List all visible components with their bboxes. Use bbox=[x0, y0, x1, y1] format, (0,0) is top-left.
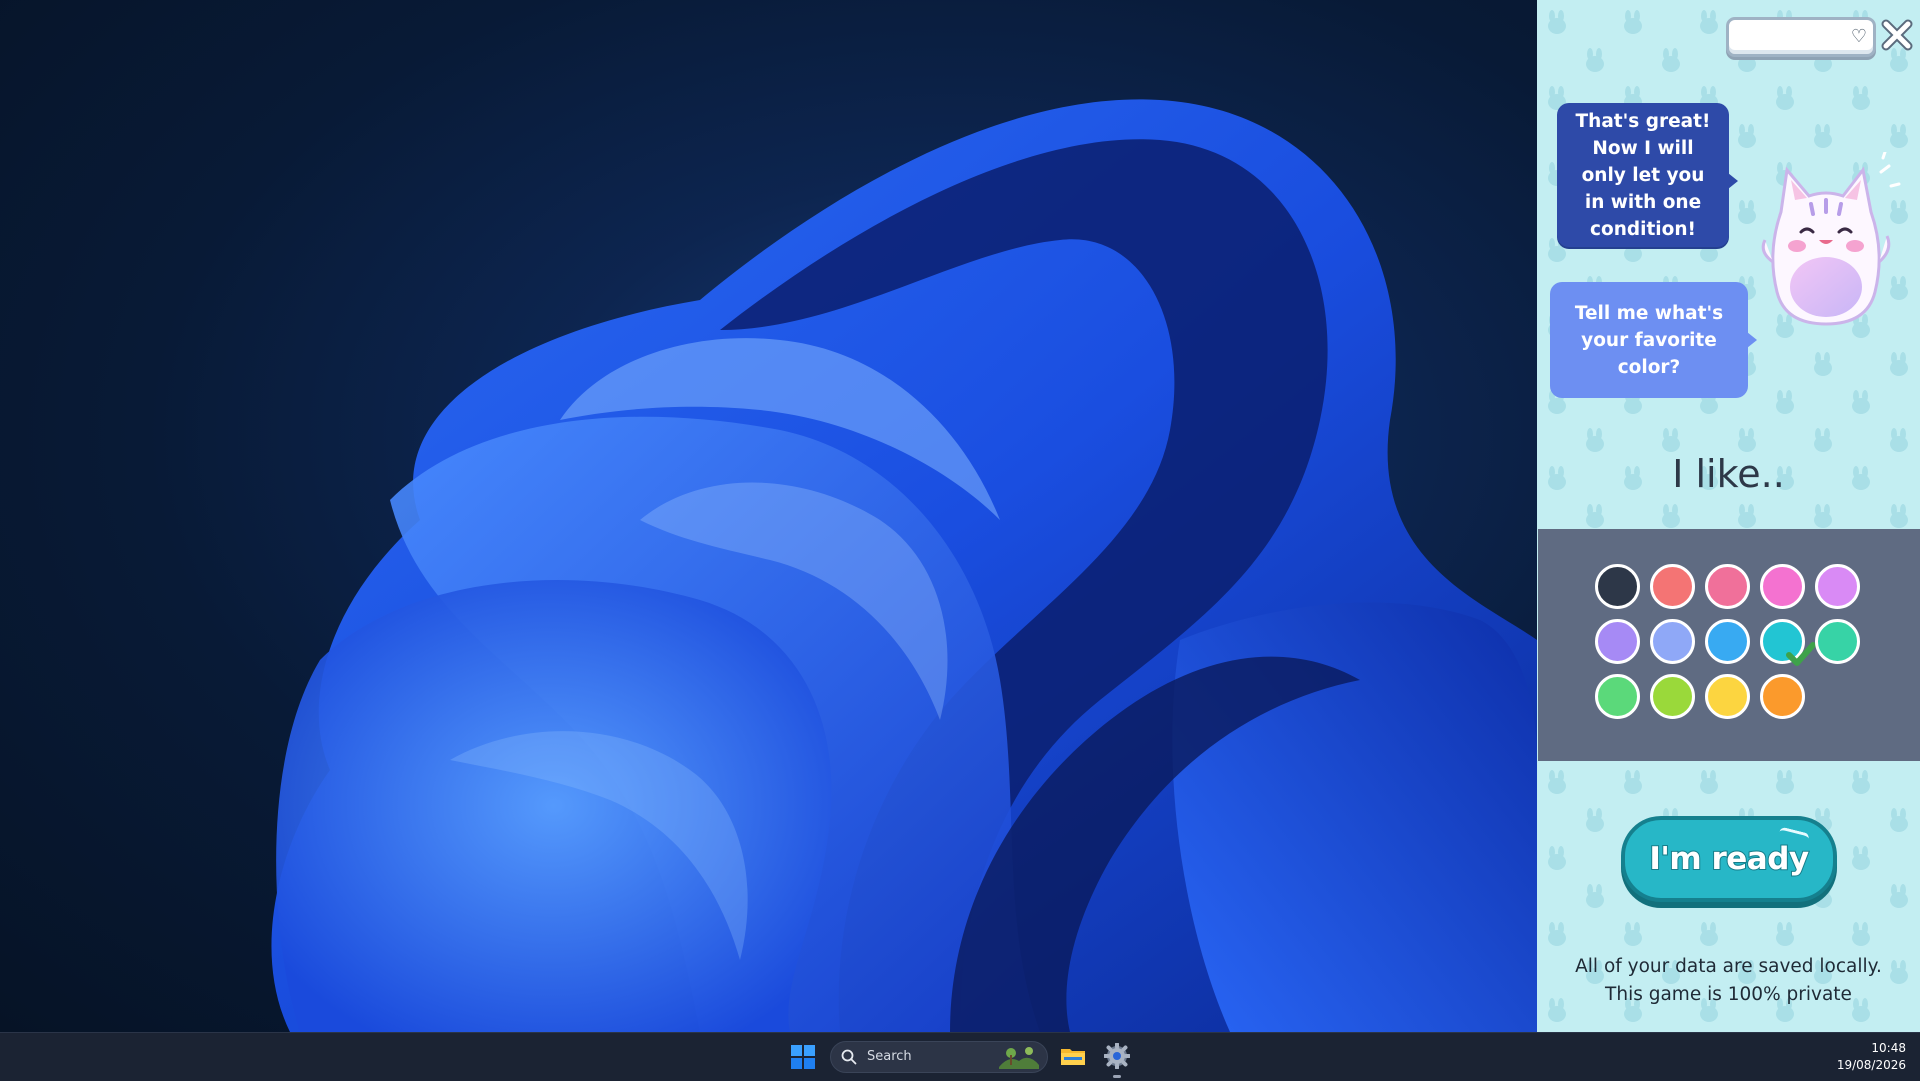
privacy-line: All of your data are saved locally. bbox=[1575, 956, 1882, 977]
privacy-note: All of your data are saved locally. This… bbox=[1537, 953, 1920, 1009]
cat-mascot bbox=[1761, 152, 1901, 326]
color-swatch[interactable] bbox=[1650, 564, 1695, 609]
speech-bubble-condition: That's great! Now I will only let you in… bbox=[1557, 103, 1738, 247]
desktop-wallpaper bbox=[0, 0, 1537, 1032]
name-input-field[interactable]: ♡ bbox=[1726, 17, 1876, 57]
color-swatch[interactable] bbox=[1760, 674, 1805, 719]
active-app-indicator bbox=[1113, 1075, 1121, 1078]
checkmark-icon bbox=[1786, 642, 1816, 666]
taskbar: Search 10:48 19/08/2026 bbox=[0, 1032, 1920, 1081]
color-swatch[interactable] bbox=[1595, 619, 1640, 664]
search-placeholder: Search bbox=[867, 1049, 912, 1064]
privacy-line: This game is 100% private bbox=[1605, 984, 1852, 1005]
game-panel: ♡ That's great! Now I will only let you … bbox=[1537, 0, 1920, 1032]
clock-time: 10:48 bbox=[1871, 1041, 1906, 1055]
file-explorer-icon[interactable] bbox=[1060, 1043, 1086, 1069]
color-swatch[interactable] bbox=[1595, 674, 1640, 719]
color-swatch[interactable] bbox=[1815, 619, 1860, 664]
bloom-wallpaper-art bbox=[271, 99, 1537, 1032]
ready-button-label: I'm ready bbox=[1648, 840, 1810, 878]
clock-date: 19/08/2026 bbox=[1836, 1058, 1906, 1072]
search-icon bbox=[841, 1049, 857, 1065]
bubble-text: That's great! Now I will only let you in… bbox=[1575, 110, 1711, 240]
color-swatch[interactable] bbox=[1650, 619, 1695, 664]
color-swatch[interactable] bbox=[1595, 564, 1640, 609]
system-clock[interactable]: 10:48 19/08/2026 bbox=[1837, 1040, 1906, 1074]
taskbar-search-box[interactable]: Search bbox=[830, 1041, 1048, 1073]
color-swatch[interactable] bbox=[1815, 564, 1860, 609]
speech-bubble-question: Tell me what's your favorite color? bbox=[1550, 282, 1757, 398]
search-highlight-art bbox=[999, 1047, 1039, 1069]
bubble-text: Tell me what's your favorite color? bbox=[1574, 302, 1724, 378]
color-swatch[interactable] bbox=[1705, 564, 1750, 609]
color-swatch[interactable] bbox=[1705, 674, 1750, 719]
color-palette bbox=[1538, 529, 1920, 761]
color-swatch[interactable] bbox=[1705, 619, 1750, 664]
windows-start-icon[interactable] bbox=[790, 1044, 816, 1070]
ready-button[interactable]: I'm ready bbox=[1621, 816, 1837, 902]
color-swatch[interactable] bbox=[1650, 674, 1695, 719]
color-swatch[interactable] bbox=[1760, 564, 1805, 609]
prompt-heading: I like.. bbox=[1672, 452, 1785, 496]
close-icon[interactable] bbox=[1880, 18, 1914, 52]
heart-icon: ♡ bbox=[1850, 26, 1867, 47]
settings-icon[interactable] bbox=[1104, 1043, 1130, 1069]
